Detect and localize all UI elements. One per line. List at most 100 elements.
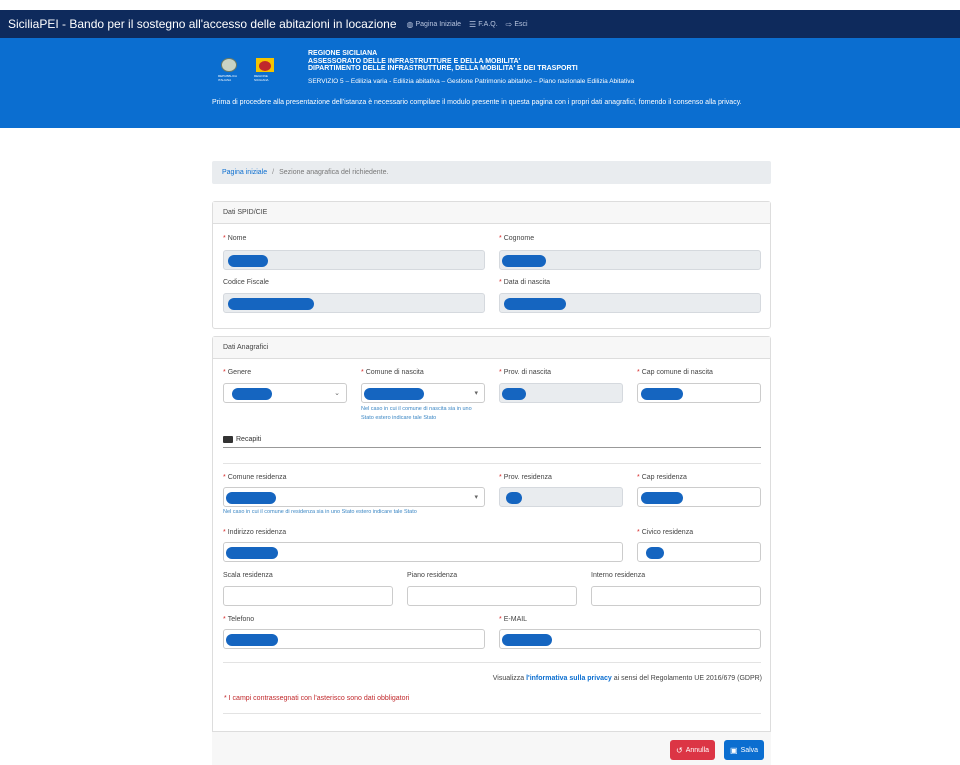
cognome-label: * Cognome — [499, 235, 535, 242]
sicily-region-logo-icon: REGIONE SICILIANA — [254, 58, 276, 82]
comune-residenza-select[interactable]: ▾ — [223, 487, 485, 507]
data-nascita-label: * Data di nascita — [499, 279, 551, 286]
codice-fiscale-label: Codice Fiscale — [223, 279, 269, 286]
chevron-down-icon: ⌄ — [334, 390, 340, 397]
genere-select[interactable]: ⌄ — [223, 383, 347, 403]
breadcrumb-home-link[interactable]: Pagina iniziale — [222, 169, 267, 176]
comune-nascita-help: Nel caso in cui il comune di nascita sia… — [361, 406, 472, 421]
prov-residenza-field[interactable] — [499, 487, 623, 507]
telefono-field[interactable] — [223, 629, 485, 649]
id-card-icon — [223, 436, 233, 443]
recapiti-divider — [223, 463, 761, 464]
email-field[interactable] — [499, 629, 761, 649]
header-line-2: ASSESSORATO DELLE INFRASTRUTTURE E DELLA… — [308, 57, 521, 65]
nome-field[interactable] — [223, 250, 485, 270]
spid-card-title: Dati SPID/CIE — [213, 202, 770, 224]
privacy-notice: Visualizza l'informativa sulla privacy a… — [492, 675, 762, 682]
genere-label: * Genere — [223, 369, 252, 376]
floppy-disk-icon: ▣ — [730, 745, 738, 755]
prov-nascita-field[interactable] — [499, 383, 623, 403]
italian-republic-emblem-icon: REPUBBLICA ITALIANA — [218, 58, 240, 82]
redacted-value — [646, 547, 664, 559]
cap-residenza-field[interactable] — [637, 487, 761, 507]
app-title[interactable]: SiciliaPEI - Bando per il sostegno all'a… — [8, 17, 397, 31]
list-icon: ☰ — [469, 19, 477, 29]
redacted-value — [226, 492, 276, 504]
header-intro: Prima di procedere alla presentazione de… — [212, 99, 742, 106]
dashboard-icon: ◍ — [406, 19, 414, 29]
prov-nascita-label: * Prov. di nascita — [499, 369, 552, 376]
nav-home-label: Pagina Iniziale — [415, 20, 462, 28]
nav-faq[interactable]: ☰ F.A.Q. — [469, 20, 498, 29]
telefono-label: * Telefono — [223, 616, 255, 623]
header-line-1: REGIONE SICILIANA — [308, 50, 378, 57]
cap-nascita-field[interactable] — [637, 383, 761, 403]
cognome-field[interactable] — [499, 250, 761, 270]
top-navbar: SiciliaPEI - Bando per il sostegno all'a… — [0, 10, 960, 38]
redacted-value — [506, 492, 522, 504]
recapiti-underline — [223, 447, 761, 448]
required-fields-note: * I campi contrassegnati con l'asterisco… — [224, 695, 410, 702]
redacted-value — [228, 298, 314, 310]
scala-label: Scala residenza — [223, 572, 273, 579]
logo1-caption: REPUBBLICA ITALIANA — [218, 74, 237, 82]
interno-label: Interno residenza — [591, 572, 646, 579]
footer-divider — [223, 713, 761, 714]
redacted-value — [502, 634, 552, 646]
privacy-divider — [223, 662, 761, 663]
prov-residenza-label: * Prov. residenza — [499, 474, 552, 481]
email-label: * E-MAIL — [499, 616, 528, 623]
redacted-value — [232, 388, 272, 400]
redacted-value — [502, 388, 526, 400]
breadcrumb-current: Sezione anagrafica del richiedente. — [279, 169, 389, 176]
indirizzo-label: * Indirizzo residenza — [223, 529, 287, 536]
logo2-caption: REGIONE SICILIANA — [254, 74, 269, 82]
nav-logout-label: Esci — [514, 20, 528, 28]
interno-field[interactable] — [591, 586, 761, 606]
civico-label: * Civico residenza — [637, 529, 694, 536]
header-logos: REPUBBLICA ITALIANA REGIONE SICILIANA — [218, 58, 276, 82]
comune-residenza-help: Nel caso in cui il comune di residenza s… — [223, 509, 417, 515]
redacted-value — [226, 547, 278, 559]
breadcrumb-separator: / — [272, 169, 275, 176]
nav-logout[interactable]: ⇨ Esci — [506, 20, 528, 29]
data-nascita-field[interactable] — [499, 293, 761, 313]
breadcrumb: Pagina iniziale / Sezione anagrafica del… — [212, 161, 771, 184]
header-line-3: DIPARTIMENTO DELLE INFRASTRUTTURE, DELLA… — [308, 65, 578, 72]
scala-field[interactable] — [223, 586, 393, 606]
header-titles: REGIONE SICILIANA ASSESSORATO DELLE INFR… — [308, 50, 634, 85]
page-header: REPUBBLICA ITALIANA REGIONE SICILIANA RE… — [0, 38, 960, 128]
redacted-value — [364, 388, 424, 400]
save-button[interactable]: ▣ Salva — [724, 740, 765, 760]
comune-nascita-label: * Comune di nascita — [361, 369, 424, 376]
header-service: SERVIZIO 5 – Edilizia varia - Edilizia a… — [308, 77, 635, 85]
cancel-label: Annulla — [685, 746, 710, 754]
comune-nascita-select[interactable]: ▾ — [361, 383, 485, 403]
anagrafici-card-title: Dati Anagrafici — [213, 337, 770, 359]
redacted-value — [641, 492, 683, 504]
nav-home[interactable]: ◍ Pagina Iniziale — [407, 20, 462, 29]
top-nav-links: ◍ Pagina Iniziale ☰ F.A.Q. ⇨ Esci — [407, 20, 536, 29]
caret-down-icon: ▾ — [474, 494, 478, 501]
redacted-value — [504, 298, 566, 310]
piano-label: Piano residenza — [407, 572, 458, 579]
indirizzo-field[interactable] — [223, 542, 623, 562]
privacy-link[interactable]: l'informativa sulla privacy — [526, 675, 612, 682]
nav-faq-label: F.A.Q. — [478, 20, 498, 28]
save-label: Salva — [740, 746, 759, 754]
codice-fiscale-field[interactable] — [223, 293, 485, 313]
comune-residenza-label: * Comune residenza — [223, 474, 287, 481]
recapiti-heading: Recapiti — [223, 436, 261, 443]
redacted-value — [228, 255, 268, 267]
piano-field[interactable] — [407, 586, 577, 606]
logout-icon: ⇨ — [505, 19, 513, 29]
redacted-value — [502, 255, 546, 267]
cap-residenza-label: * Cap residenza — [637, 474, 687, 481]
nome-label: * Nome — [223, 235, 247, 242]
cap-nascita-label: * Cap comune di nascita — [637, 369, 713, 376]
cancel-button[interactable]: ↺ Annulla — [670, 740, 716, 760]
redacted-value — [226, 634, 278, 646]
caret-down-icon: ▾ — [474, 390, 478, 397]
redacted-value — [641, 388, 683, 400]
civico-field[interactable] — [637, 542, 761, 562]
